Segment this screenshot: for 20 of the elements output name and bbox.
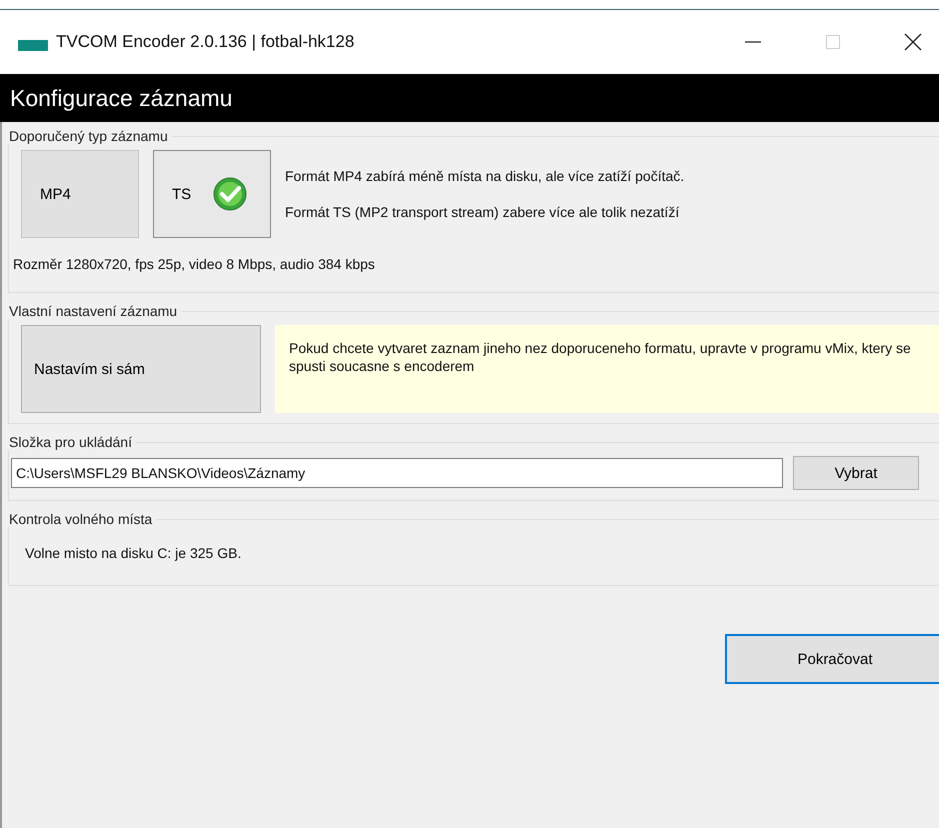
format-button[interactable]: TS: [153, 150, 271, 238]
format-note: Formát MP4 zabírá méně místa na disku, ale více zatíží počítač.: [285, 168, 684, 184]
format-details: Rozměr 1280x720, fps 25p, video 8 Mbps, audio 384 kbps: [13, 256, 376, 272]
group-legend: Vlastní nastavení záznamu: [5, 303, 182, 319]
hint-note: Pokud chcete vytvaret zaznam jineho nez doporuceneho formatu, upravte v programu vMix, ktery se spusti soucasne s encoderem: [275, 325, 939, 413]
path-field[interactable]: C:\Users\MSFL29 BLANSKO\Videos\Záznamy: [11, 458, 783, 488]
continue-button[interactable]: Pokračovat: [725, 634, 939, 684]
close-icon[interactable]: [903, 32, 923, 52]
browse-button[interactable]: Vybrat: [793, 456, 919, 490]
section-header: Konfigurace záznamu: [10, 84, 232, 112]
format-note: Formát TS (MP2 transport stream) zabere více ale tolik nezatíží: [285, 204, 680, 220]
custom-settings-button[interactable]: Nastavím si sám: [21, 325, 261, 413]
app-icon: [18, 40, 48, 50]
format-button[interactable]: MP4: [21, 150, 139, 238]
group-legend: Složka pro ukládání: [5, 434, 136, 450]
window-title: TVCOM Encoder 2.0.136 | fotbal-hk128: [56, 32, 354, 52]
group-legend: Kontrola volného místa: [5, 511, 156, 527]
free-space-text: Volne misto na disku C: je 325 GB.: [24, 544, 242, 563]
check-icon: [213, 177, 248, 211]
group-legend: Doporučený typ záznamu: [5, 128, 172, 144]
